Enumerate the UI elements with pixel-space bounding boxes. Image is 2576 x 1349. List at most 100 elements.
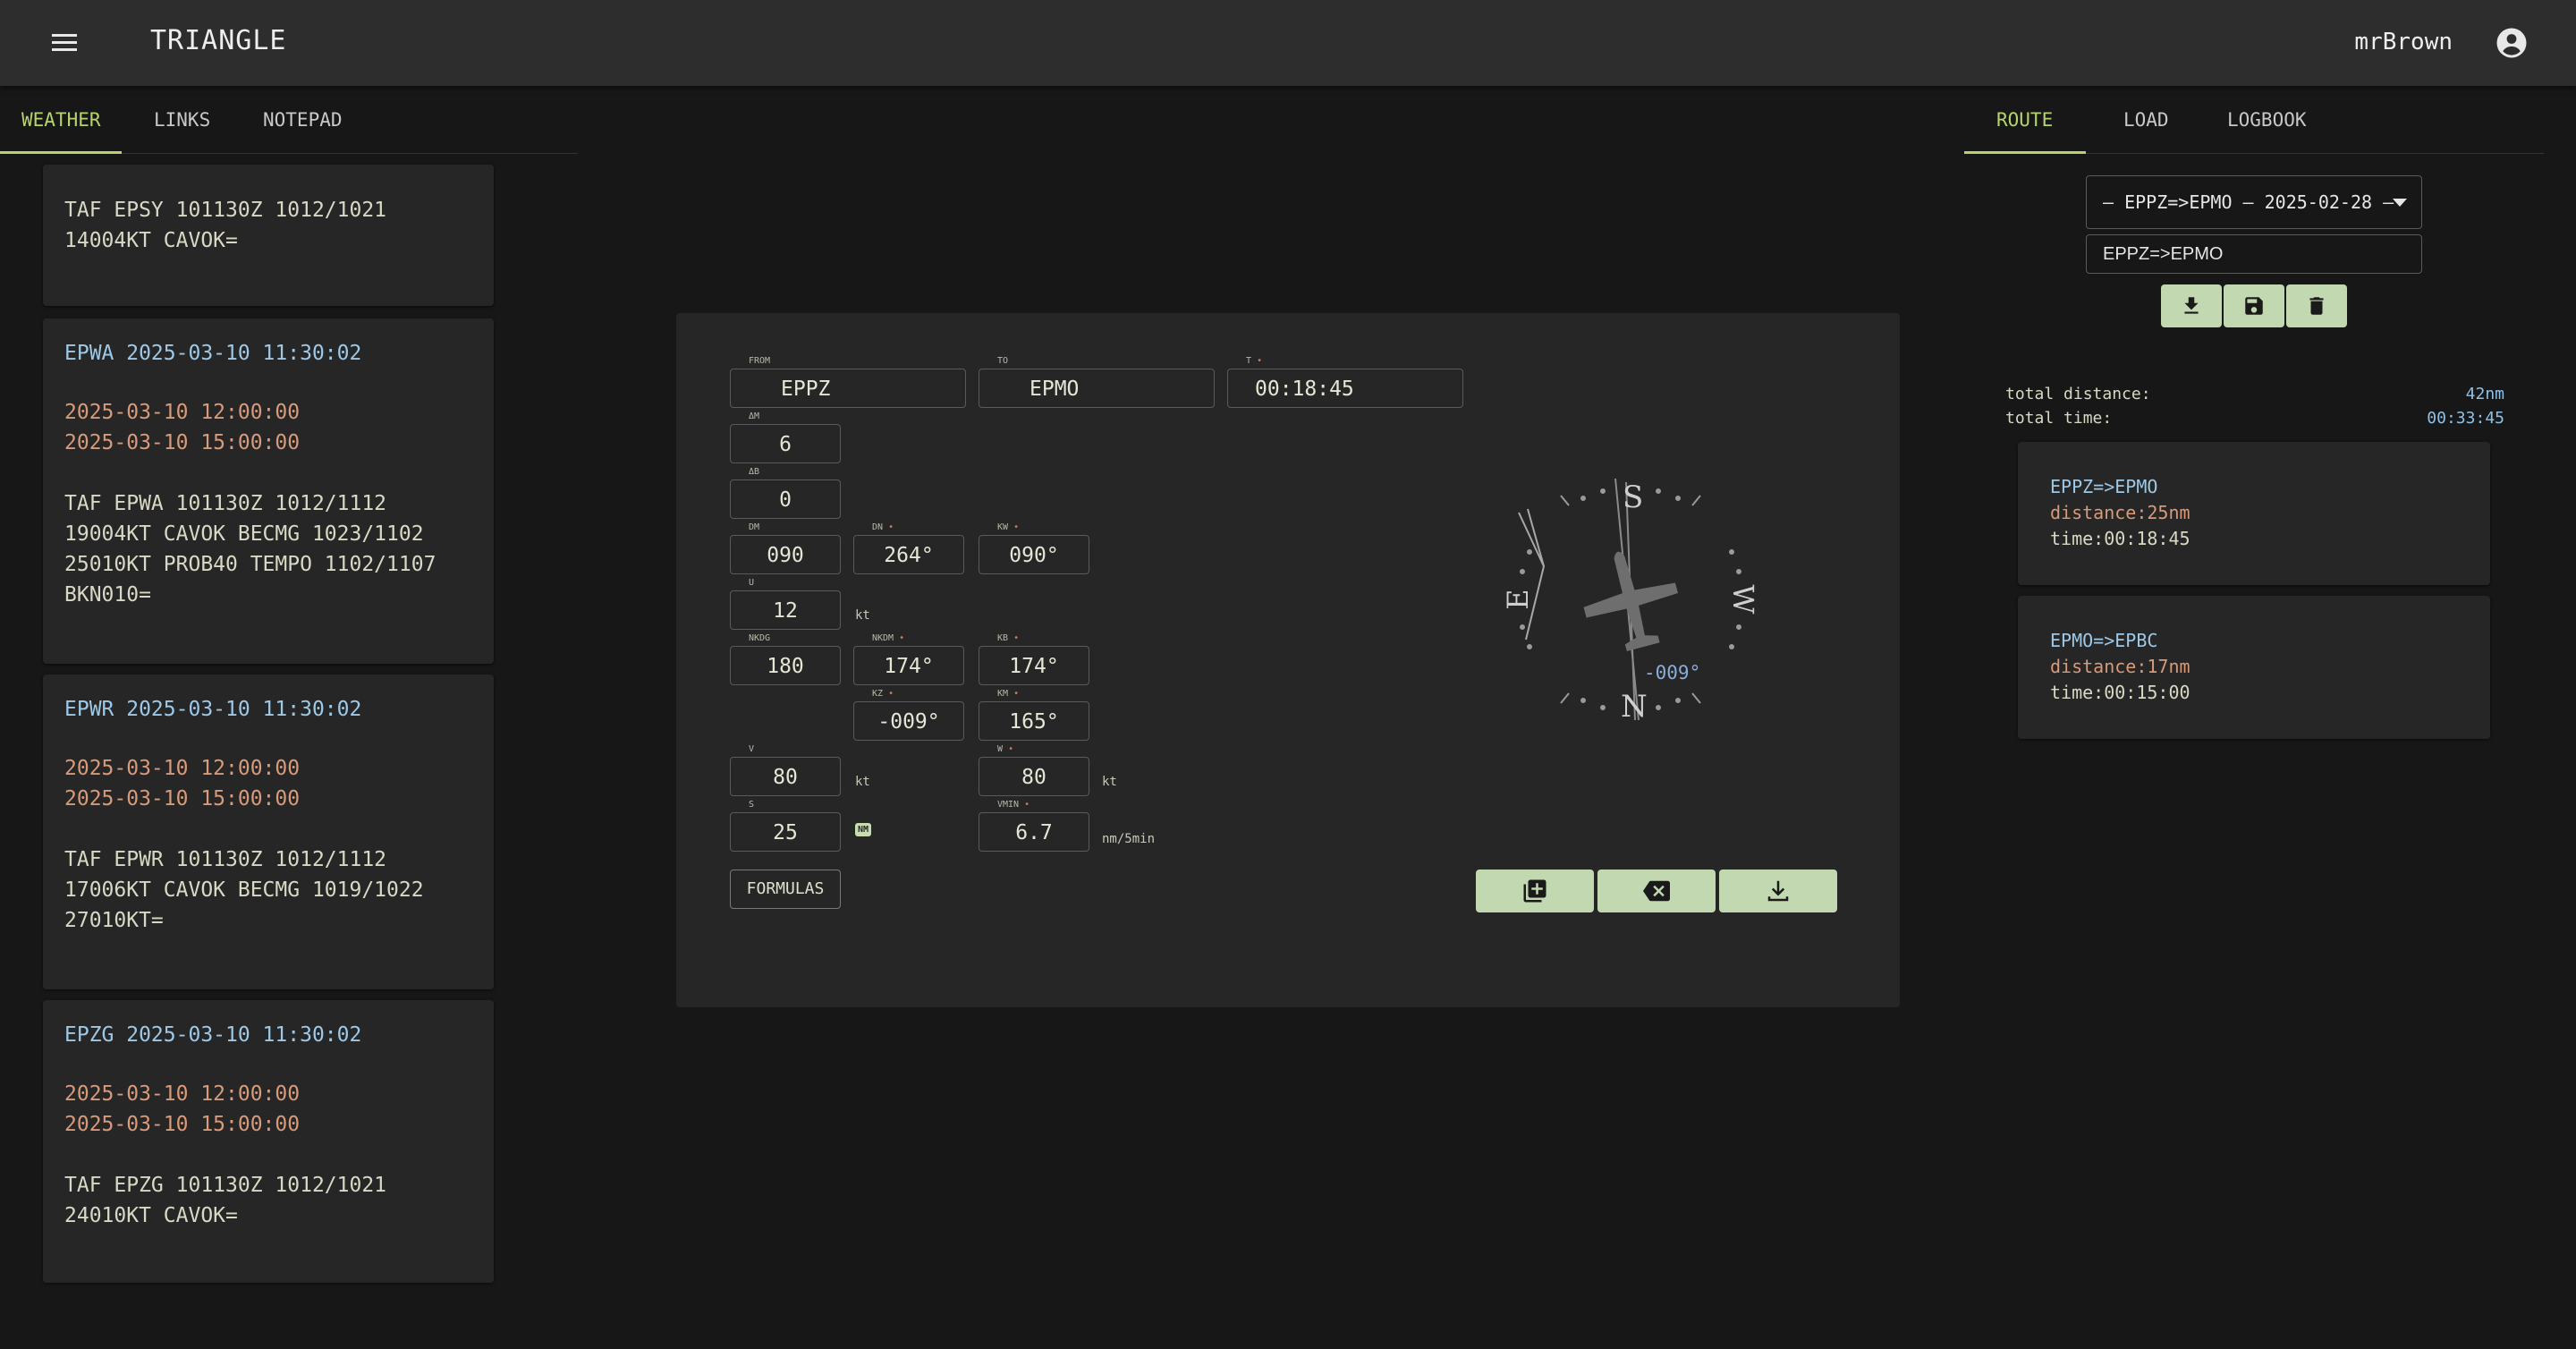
vmin-field[interactable]: VMIN • 6.7 — [979, 800, 1089, 852]
airspeed-field[interactable]: V 80 — [730, 744, 841, 796]
kw-field[interactable]: KW • 090° — [979, 522, 1089, 574]
field-value: 174° — [1009, 655, 1059, 678]
compass-dial: S N E W — [1501, 478, 1760, 725]
field-value: EPPZ — [781, 378, 831, 401]
delta-m-field[interactable]: ΔM 6 — [730, 411, 841, 463]
field-label: S — [747, 800, 757, 810]
route-select[interactable]: – EPPZ=>EPMO – 2025-02-28 – — [2086, 175, 2422, 229]
save-icon — [2245, 297, 2263, 315]
clear-button[interactable] — [1597, 870, 1716, 912]
route-name-input[interactable] — [2086, 234, 2422, 274]
compass-e-label: E — [1501, 589, 1535, 609]
user-name[interactable]: mrBrown — [2354, 29, 2453, 55]
field-value: -009° — [877, 710, 940, 734]
total-distance-value: 42nm — [2465, 385, 2504, 403]
km-field[interactable]: KM • 165° — [979, 689, 1089, 741]
field-label: KB • — [996, 633, 1021, 643]
field-value: 00:18:45 — [1255, 378, 1354, 401]
field-value: 80 — [1021, 766, 1046, 789]
leg-distance: distance:25nm — [2050, 502, 2190, 523]
active-tab-indicator — [1964, 151, 2086, 154]
time-field[interactable]: T • 00:18:45 — [1227, 356, 1463, 408]
station-header: EPWA 2025-03-10 11:30:02 — [64, 342, 362, 365]
valid-from: 2025-03-10 12:00:00 — [64, 401, 301, 424]
leg-distance: distance:17nm — [2050, 656, 2190, 677]
distance-field[interactable]: S 25 — [730, 800, 841, 852]
tab-weather[interactable]: WEATHER — [21, 109, 101, 131]
field-value: 090° — [1009, 544, 1059, 567]
wind-arrow — [1518, 508, 1546, 641]
total-time-value: 00:33:45 — [2427, 409, 2504, 428]
unit-label: kt — [1102, 775, 1117, 789]
right-tab-bar: ROUTE LOAD LOGBOOK — [1964, 86, 2544, 154]
tab-notepad[interactable]: NOTEPAD — [263, 109, 343, 131]
field-label: ΔM — [747, 411, 762, 421]
total-distance-label: total distance: — [2005, 385, 2151, 403]
field-value: 090 — [767, 544, 804, 567]
formulas-button[interactable]: FORMULAS — [730, 870, 841, 909]
groundspeed-field[interactable]: W • 80 — [979, 744, 1089, 796]
top-app-bar: TRIANGLE mrBrown — [0, 0, 2576, 86]
field-label: DN • — [870, 522, 896, 532]
save-route-button[interactable] — [2224, 284, 2284, 327]
taf-text: TAF EPWR 101130Z 1012/1112 17006KT CAVOK… — [64, 848, 424, 932]
airplane-icon — [1583, 551, 1679, 652]
dn-field[interactable]: DN • 264° — [853, 522, 964, 574]
field-label: U — [747, 578, 757, 588]
valid-to: 2025-03-10 15:00:00 — [64, 787, 301, 810]
field-value: 180 — [767, 655, 804, 678]
weather-card: EPZG 2025-03-10 11:30:02 2025-03-10 12:0… — [43, 1000, 494, 1283]
kb-field[interactable]: KB • 174° — [979, 633, 1089, 685]
valid-from: 2025-03-10 12:00:00 — [64, 757, 301, 780]
field-label: TO — [996, 356, 1011, 366]
field-value: 25 — [773, 821, 798, 844]
taf-text: TAF EPZG 101130Z 1012/1021 24010KT CAVOK… — [64, 1174, 387, 1227]
field-label: FROM — [747, 356, 773, 366]
delta-b-field[interactable]: ΔB 0 — [730, 467, 841, 519]
add-leg-button[interactable] — [1476, 870, 1594, 912]
field-label: V — [747, 744, 757, 754]
field-label: DM — [747, 522, 762, 532]
field-value: 6.7 — [1015, 821, 1053, 844]
field-value: 12 — [773, 599, 798, 623]
valid-from: 2025-03-10 12:00:00 — [64, 1082, 301, 1106]
tab-links[interactable]: LINKS — [154, 109, 210, 131]
dm-field[interactable]: DM 090 — [730, 522, 841, 574]
route-leg-card[interactable]: EPPZ=>EPMO distance:25nm time:00:18:45 — [2018, 442, 2490, 585]
download-button[interactable] — [1719, 870, 1837, 912]
unit-label: nm/5min — [1102, 832, 1156, 846]
wind-speed-field[interactable]: U 12 — [730, 578, 841, 630]
taf-text: TAF EPWA 101130Z 1012/1112 19004KT CAVOK… — [64, 492, 436, 607]
nkdm-field[interactable]: NKDM • 174° — [853, 633, 964, 685]
load-route-button[interactable] — [2161, 284, 2222, 327]
field-value: 264° — [884, 544, 934, 567]
delete-route-button[interactable] — [2286, 284, 2347, 327]
station-header: EPZG 2025-03-10 11:30:02 — [64, 1023, 362, 1047]
route-select-value: – EPPZ=>EPMO – 2025-02-28 – — [2103, 191, 2394, 213]
field-value: 0 — [779, 488, 792, 512]
kz-field[interactable]: KZ • -009° — [853, 689, 964, 741]
to-field[interactable]: TO EPMO — [979, 356, 1215, 408]
account-circle-icon[interactable] — [2496, 27, 2528, 59]
route-leg-card[interactable]: EPMO=>EPBC distance:17nm time:00:15:00 — [2018, 596, 2490, 739]
app-title: TRIANGLE — [150, 25, 287, 56]
tab-route[interactable]: ROUTE — [1996, 109, 2053, 131]
weather-card: TAF EPSY 101130Z 1012/1021 14004KT CAVOK… — [43, 165, 494, 306]
compass-n-label: N — [1621, 689, 1648, 725]
field-label: KW • — [996, 522, 1021, 532]
field-label: KZ • — [870, 689, 896, 699]
library-add-icon — [1523, 879, 1546, 903]
field-value: 174° — [884, 655, 934, 678]
from-field[interactable]: FROM EPPZ — [730, 356, 966, 408]
tab-logbook[interactable]: LOGBOOK — [2227, 109, 2307, 131]
nkdg-field[interactable]: NKDG 180 — [730, 633, 841, 685]
trash-icon — [2309, 297, 2324, 315]
leg-time: time:00:18:45 — [2050, 528, 2190, 549]
compass-deviation: -009° — [1644, 662, 1701, 683]
unit-toggle-badge[interactable]: NM — [855, 823, 872, 836]
unit-label: kt — [855, 775, 870, 789]
tab-load[interactable]: LOAD — [2123, 109, 2169, 131]
menu-icon[interactable] — [47, 25, 82, 61]
valid-to: 2025-03-10 15:00:00 — [64, 1113, 301, 1136]
active-tab-indicator — [0, 151, 122, 154]
